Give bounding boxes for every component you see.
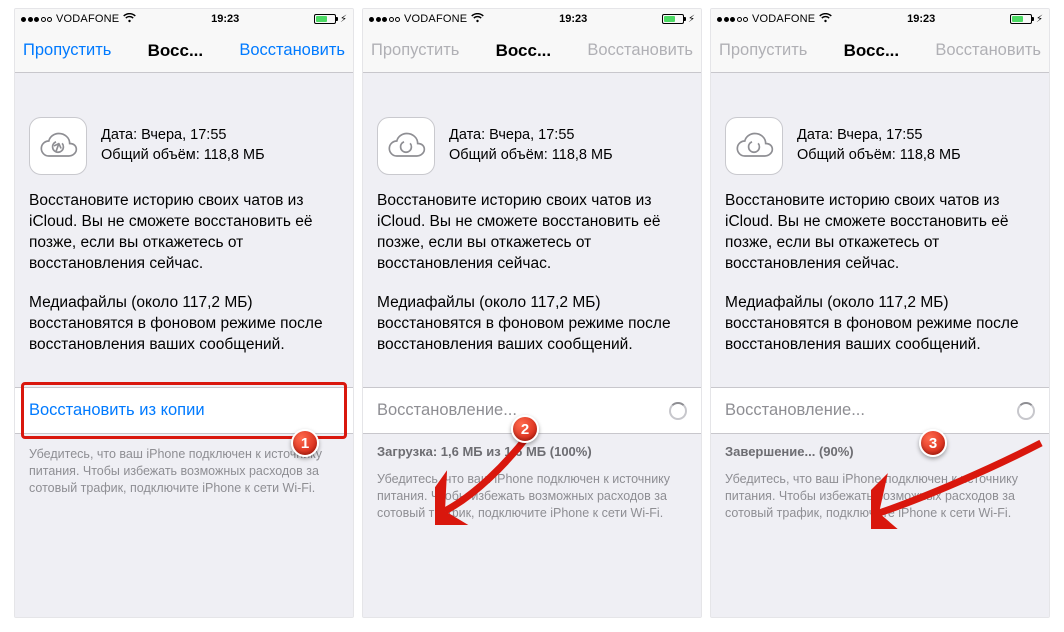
screen-3: VODAFONE 19:23 ⚡︎ Пропустить Восс... Вос… xyxy=(710,8,1050,618)
carrier-label: VODAFONE xyxy=(404,13,467,25)
backup-date: Дата: Вчера, 17:55 xyxy=(449,126,613,146)
signal-icon xyxy=(21,17,52,22)
annotation-marker-3: 3 xyxy=(919,429,947,457)
nav-bar: Пропустить Восс... Восстановить xyxy=(363,29,701,73)
restore-button[interactable]: Восстановить xyxy=(239,41,345,60)
nav-title: Восс... xyxy=(807,41,935,61)
restore-from-copy-button[interactable]: Восстановить из копии xyxy=(15,387,353,434)
skip-button[interactable]: Пропустить xyxy=(23,41,111,60)
restore-from-copy-label: Восстановить из копии xyxy=(29,401,205,420)
status-bar: VODAFONE 19:23 ⚡︎ xyxy=(363,9,701,29)
restoring-cell: Восстановление... xyxy=(711,387,1049,434)
restore-button: Восстановить xyxy=(587,41,693,60)
backup-info: Дата: Вчера, 17:55 Общий объём: 118,8 МБ xyxy=(15,117,353,191)
carrier-label: VODAFONE xyxy=(56,13,119,25)
backup-size: Общий объём: 118,8 МБ xyxy=(449,146,613,166)
skip-button: Пропустить xyxy=(719,41,807,60)
restore-description-1: Восстановите историю своих чатов из iClo… xyxy=(711,191,1049,293)
backup-info: Дата: Вчера, 17:55 Общий объём: 118,8 МБ xyxy=(711,117,1049,191)
signal-icon xyxy=(717,17,748,22)
restore-button: Восстановить xyxy=(935,41,1041,60)
wifi-icon xyxy=(819,13,832,26)
cloud-restore-icon xyxy=(725,117,783,175)
spinner-icon xyxy=(669,402,687,420)
charging-icon: ⚡︎ xyxy=(1036,14,1043,25)
status-bar: VODAFONE 19:23 ⚡︎ xyxy=(711,9,1049,29)
carrier-label: VODAFONE xyxy=(752,13,815,25)
clock: 19:23 xyxy=(211,13,239,25)
backup-date: Дата: Вчера, 17:55 xyxy=(101,126,265,146)
restore-description-1: Восстановите историю своих чатов из iClo… xyxy=(363,191,701,293)
finishing-status: Завершение... (90%) xyxy=(711,434,1049,465)
backup-size: Общий объём: 118,8 МБ xyxy=(101,146,265,166)
charging-icon: ⚡︎ xyxy=(688,14,695,25)
nav-title: Восс... xyxy=(459,41,587,61)
restoring-label: Восстановление... xyxy=(725,401,865,420)
screen-1: VODAFONE 19:23 ⚡︎ Пропустить Восс... Вос… xyxy=(14,8,354,618)
annotation-marker-2: 2 xyxy=(511,415,539,443)
restore-description-2: Медиафайлы (около 117,2 МБ) восстановятс… xyxy=(711,293,1049,374)
wifi-icon xyxy=(123,13,136,26)
spinner-icon xyxy=(1017,402,1035,420)
backup-date: Дата: Вчера, 17:55 xyxy=(797,126,961,146)
restore-description-2: Медиафайлы (около 117,2 МБ) восстановятс… xyxy=(363,293,701,374)
charging-icon: ⚡︎ xyxy=(340,14,347,25)
clock: 19:23 xyxy=(559,13,587,25)
signal-icon xyxy=(369,17,400,22)
backup-info: Дата: Вчера, 17:55 Общий объём: 118,8 МБ xyxy=(363,117,701,191)
restore-description-2: Медиафайлы (около 117,2 МБ) восстановятс… xyxy=(15,293,353,374)
status-bar: VODAFONE 19:23 ⚡︎ xyxy=(15,9,353,29)
restore-description-1: Восстановите историю своих чатов из iClo… xyxy=(15,191,353,293)
annotation-marker-1: 1 xyxy=(291,429,319,457)
cloud-restore-icon xyxy=(377,117,435,175)
nav-bar: Пропустить Восс... Восстановить xyxy=(15,29,353,73)
footer-note: Убедитесь, что ваш iPhone подключен к ис… xyxy=(363,465,701,522)
skip-button: Пропустить xyxy=(371,41,459,60)
wifi-icon xyxy=(471,13,484,26)
backup-size: Общий объём: 118,8 МБ xyxy=(797,146,961,166)
restoring-label: Восстановление... xyxy=(377,401,517,420)
screen-2: VODAFONE 19:23 ⚡︎ Пропустить Восс... Вос… xyxy=(362,8,702,618)
nav-title: Восс... xyxy=(111,41,239,61)
cloud-restore-icon xyxy=(29,117,87,175)
battery-icon xyxy=(1010,14,1032,24)
battery-icon xyxy=(662,14,684,24)
clock: 19:23 xyxy=(907,13,935,25)
nav-bar: Пропустить Восс... Восстановить xyxy=(711,29,1049,73)
battery-icon xyxy=(314,14,336,24)
footer-note: Убедитесь, что ваш iPhone подключен к ис… xyxy=(711,465,1049,522)
